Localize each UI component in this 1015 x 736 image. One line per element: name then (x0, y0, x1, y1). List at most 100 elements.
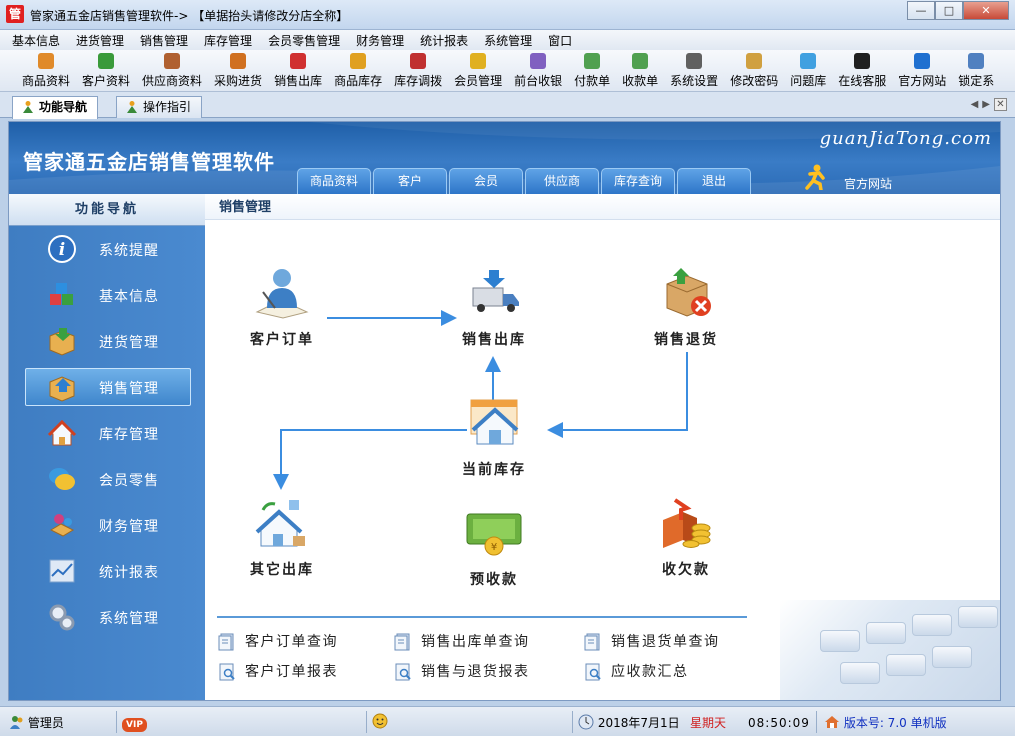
toolbar-receipt-button[interactable]: 收款单 (616, 50, 664, 91)
banner-tab-customers[interactable]: 客户 (373, 168, 447, 194)
qq-icon (854, 53, 871, 69)
menu-inventory[interactable]: 库存管理 (196, 32, 260, 49)
finance-icon (49, 514, 75, 537)
link-customer-order-report[interactable]: 客户订单报表 (217, 660, 338, 684)
toolbar-ie-button[interactable]: 官方网站 (892, 50, 952, 91)
toolbar-customers-button[interactable]: 客户资料 (76, 50, 136, 91)
toolbar-sales-out-button[interactable]: 销售出库 (268, 50, 328, 91)
ie-icon (914, 53, 931, 69)
status-user: 管理员 (10, 713, 64, 733)
toolbar-payment-button[interactable]: 付款单 (568, 50, 616, 91)
tab-function-nav[interactable]: 功能导航 (12, 96, 99, 119)
link-sales-return-query[interactable]: 销售退货单查询 (583, 630, 720, 654)
payment-icon (584, 53, 601, 69)
minimize-button[interactable]: — (907, 1, 935, 20)
menu-sales[interactable]: 销售管理 (132, 32, 196, 49)
home-version-icon (825, 716, 839, 728)
link-sales-return-report[interactable]: 销售与退货报表 (393, 660, 530, 684)
node-current-stock[interactable]: 当前库存 (439, 396, 549, 479)
menu-member-retail[interactable]: 会员零售管理 (260, 32, 348, 49)
report-search-icon (395, 663, 411, 681)
sidebar-item-box-out[interactable]: 销售管理 (9, 364, 205, 410)
menu-system[interactable]: 系统管理 (476, 32, 540, 49)
warehouse-transfer-icon (255, 500, 305, 547)
banner-tab-stock-query[interactable]: 库存查询 (601, 168, 675, 194)
svg-text:¥: ¥ (491, 542, 497, 553)
node-customer-order[interactable]: 客户订单 (227, 266, 337, 349)
menu-reports[interactable]: 统计报表 (412, 32, 476, 49)
menu-finance[interactable]: 财务管理 (348, 32, 412, 49)
toolbar-cashier-button[interactable]: 前台收银 (508, 50, 568, 91)
banner-tab-members[interactable]: 会员 (449, 168, 523, 194)
menu-window[interactable]: 窗口 (540, 32, 580, 49)
node-other-out[interactable]: 其它出库 (227, 496, 337, 579)
toolbar-label: 供应商资料 (142, 74, 203, 88)
toolbar-qq-button[interactable]: 在线客服 (832, 50, 892, 91)
sidebar-item-label: 财务管理 (99, 519, 159, 535)
toolbar-purchase-button[interactable]: 采购进货 (208, 50, 268, 91)
node-prepayment[interactable]: ¥ 预收款 (439, 506, 549, 589)
arrow-return-to-stock (547, 352, 688, 438)
sidebar-item-box-in[interactable]: 进货管理 (9, 318, 205, 364)
toolbar-faq-button[interactable]: 问题库 (784, 50, 832, 91)
node-receivable[interactable]: 收欠款 (631, 496, 741, 579)
sidebar-item-chart[interactable]: 统计报表 (9, 548, 205, 594)
menu-basic-info[interactable]: 基本信息 (4, 32, 68, 49)
banner-tab-suppliers[interactable]: 供应商 (525, 168, 599, 194)
info-icon: i (48, 235, 76, 263)
official-site-link[interactable]: 官方网站 (844, 175, 892, 192)
toolbar-stock-button[interactable]: 商品库存 (328, 50, 388, 91)
delivery-truck-icon (472, 270, 519, 312)
node-sales-return[interactable]: 销售退货 (631, 266, 741, 349)
link-receivable-summary[interactable]: 应收款汇总 (583, 660, 689, 684)
smiley-face-icon (372, 713, 388, 729)
toolbar-transfer-button[interactable]: 库存调拨 (388, 50, 448, 91)
banner-tab-goods[interactable]: 商品资料 (297, 168, 371, 194)
sidebar-item-cubes[interactable]: 基本信息 (9, 272, 205, 318)
tab-close-button[interactable]: ✕ (994, 98, 1007, 111)
toolbar-suppliers-button[interactable]: 供应商资料 (136, 50, 208, 91)
main-frame: 管家通五金店销售管理软件 guanJiaTong.com 商品资料 客户 会员 … (8, 121, 1001, 701)
tab-scroll-right-icon[interactable]: ▶ (982, 99, 994, 110)
customer-order-icon (255, 269, 309, 319)
status-date-label: 2018年7月1日 (597, 716, 680, 730)
report-search-icon (585, 663, 601, 681)
sidebar-item-gears[interactable]: 系统管理 (9, 594, 205, 640)
close-button[interactable]: ✕ (963, 1, 1009, 20)
status-vip: VIP (122, 713, 147, 733)
house-icon (47, 419, 77, 446)
banner-title: 管家通五金店销售管理软件 (23, 150, 275, 174)
toolbar-label: 会员管理 (454, 74, 503, 88)
toolbar-goods-button[interactable]: 商品资料 (16, 50, 76, 91)
link-customer-order-query[interactable]: 客户订单查询 (217, 630, 338, 654)
node-sales-out[interactable]: 销售出库 (439, 266, 549, 349)
menu-purchase[interactable]: 进货管理 (68, 32, 132, 49)
link-sales-out-query[interactable]: 销售出库单查询 (393, 630, 530, 654)
node-label: 客户订单 (250, 332, 314, 348)
sidebar-item-house[interactable]: 库存管理 (9, 410, 205, 456)
toolbar-label: 前台收银 (514, 74, 563, 88)
sidebar-item-label: 库存管理 (99, 427, 159, 443)
running-man-icon[interactable] (804, 164, 826, 190)
banner-tab-exit[interactable]: 退出 (677, 168, 751, 194)
toolbar-settings-button[interactable]: 系统设置 (664, 50, 724, 91)
toolbar: 商品资料 客户资料 供应商资料 采购进货 销售出库 商品库存 库存调拨 会员管理 前台收银 付款单… (0, 50, 1015, 92)
sidebar-item-info[interactable]: i 系统提醒 (9, 226, 205, 272)
box-in-icon (49, 328, 75, 356)
sidebar-item-finance[interactable]: 财务管理 (9, 502, 205, 548)
quick-links: 客户订单查询 销售出库单查询 销售退货单查询 客户订单报表 销售与退货报表 应收… (217, 616, 747, 681)
svg-text:i: i (59, 240, 65, 260)
toolbar-password-button[interactable]: 修改密码 (724, 50, 784, 91)
stock-icon (350, 53, 367, 69)
link-label: 销售与退货报表 (421, 664, 530, 680)
maximize-button[interactable]: □ (935, 1, 963, 20)
toolbar-label: 客户资料 (82, 74, 131, 88)
toolbar-member-button[interactable]: 会员管理 (448, 50, 508, 91)
sales-out-icon (290, 53, 307, 69)
toolbar-lock-button[interactable]: 锁定系 (952, 50, 1000, 91)
sidebar-item-chat[interactable]: 会员零售 (9, 456, 205, 502)
tab-scroll-left-icon[interactable]: ◀ (971, 99, 983, 110)
tab-operation-guide[interactable]: 操作指引 (116, 96, 203, 118)
sidebar-header: 功能导航 (9, 194, 205, 226)
goods-icon (38, 53, 54, 69)
